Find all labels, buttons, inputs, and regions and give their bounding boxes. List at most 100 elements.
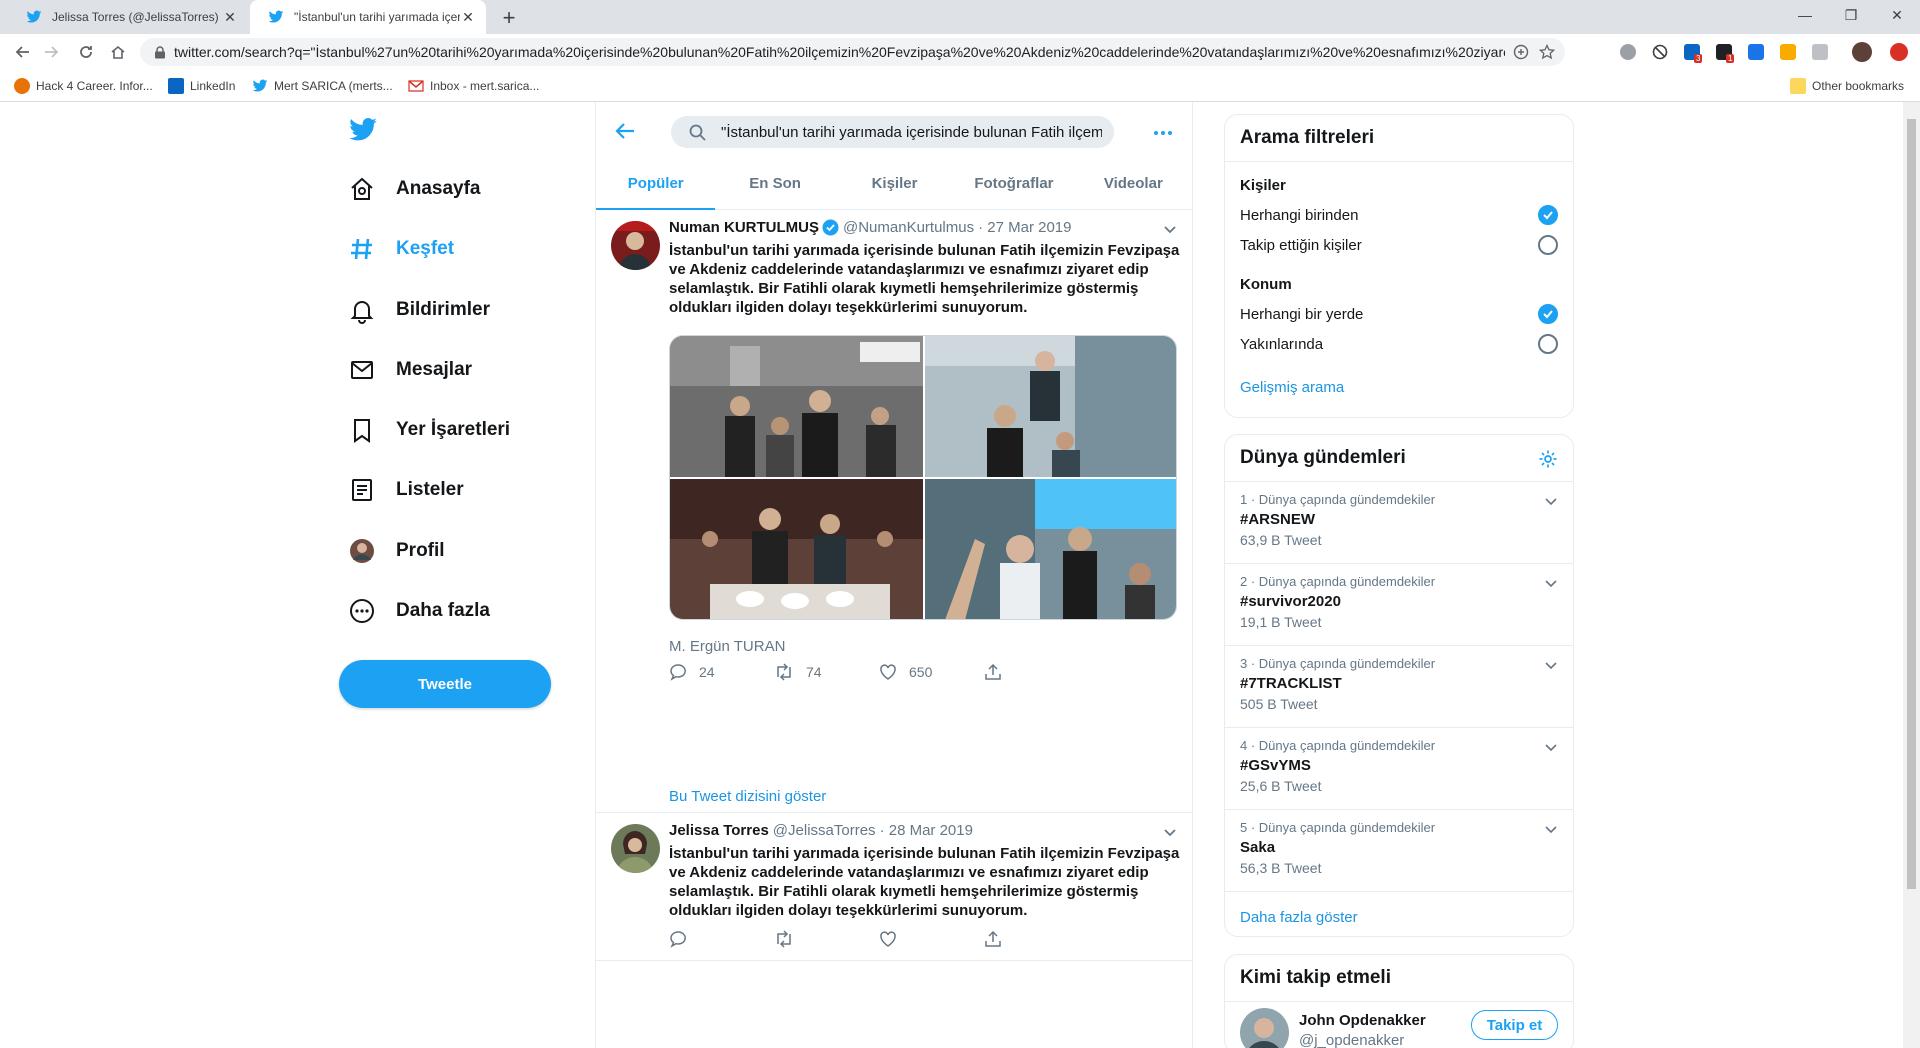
tab-videos[interactable]: Videolar — [1074, 158, 1193, 209]
avatar[interactable] — [611, 221, 660, 270]
tweet-2[interactable]: Jelissa Torres @JelissaTorres · 28 Mar 2… — [596, 814, 1193, 961]
close-window-icon[interactable]: ✕ — [1874, 0, 1920, 30]
extension-gold-icon[interactable] — [1780, 44, 1796, 60]
back-arrow-icon[interactable] — [8, 38, 36, 66]
browser-tab-search[interactable]: "İstanbul'un tarihi yarımada içerisinde … — [250, 0, 486, 34]
show-more-link[interactable]: Daha fazla göster — [1225, 909, 1573, 926]
nav-item-home[interactable]: Anasayfa — [348, 169, 481, 209]
retweet-button[interactable] — [774, 930, 879, 948]
extension-s-icon[interactable] — [1748, 44, 1764, 60]
chevron-down-icon[interactable] — [1544, 822, 1558, 836]
nav-item-bookmarks[interactable]: Yer İşaretleri — [348, 410, 510, 450]
chevron-down-icon[interactable] — [1544, 740, 1558, 754]
forward-arrow-icon[interactable] — [38, 38, 66, 66]
tweet-media-grid[interactable] — [669, 335, 1177, 620]
tab-popular[interactable]: Popüler — [596, 158, 716, 210]
new-tab-button[interactable]: + — [496, 5, 522, 31]
tweet-photo[interactable] — [670, 479, 923, 620]
filter-option[interactable]: Herhangi bir yerde — [1225, 299, 1573, 329]
share-button[interactable] — [984, 930, 1089, 948]
filter-label: Herhangi bir yerde — [1240, 305, 1364, 323]
tweet-date[interactable]: · 28 Mar 2019 — [880, 822, 973, 839]
tab-photos[interactable]: Fotoğraflar — [954, 158, 1073, 209]
search-input[interactable] — [721, 123, 1102, 141]
home-button-icon[interactable] — [104, 38, 132, 66]
reply-button[interactable]: 24 — [669, 663, 774, 681]
chevron-down-icon[interactable] — [1544, 576, 1558, 590]
trend-item[interactable]: 2 · Dünya çapında gündemdekiler #survivo… — [1225, 564, 1573, 646]
other-bookmarks[interactable]: Other bookmarks — [1790, 78, 1904, 94]
suggested-user[interactable]: John Opdenakker @j_opdenakker Takip et — [1225, 1002, 1573, 1048]
tab-people[interactable]: Kişiler — [835, 158, 954, 209]
author-handle[interactable]: @JelissaTorres — [773, 822, 876, 839]
nav-item-notifications[interactable]: Bildirimler — [348, 290, 490, 330]
radio-checked-icon[interactable] — [1538, 205, 1558, 225]
nav-item-lists[interactable]: Listeler — [348, 470, 464, 510]
back-arrow-icon[interactable] — [614, 120, 636, 142]
page-scrollbar[interactable] — [1903, 102, 1920, 1048]
chevron-down-icon[interactable] — [1162, 824, 1178, 840]
radio-unchecked-icon[interactable] — [1538, 235, 1558, 255]
scrollbar-thumb[interactable] — [1907, 119, 1916, 889]
author-name[interactable]: Numan KURTULMUŞ — [669, 219, 819, 236]
tweet-photo[interactable] — [925, 336, 1177, 477]
trend-item[interactable]: 3 · Dünya çapında gündemdekiler #7TRACKL… — [1225, 646, 1573, 728]
maximize-icon[interactable]: ❐ — [1828, 0, 1874, 30]
trend-item[interactable]: 5 · Dünya çapında gündemdekiler Saka 56,… — [1225, 810, 1573, 892]
retweet-button[interactable]: 74 — [774, 663, 879, 681]
bookmark-hack4career[interactable]: Hack 4 Career. Infor... — [14, 78, 153, 94]
like-button[interactable]: 650 — [879, 663, 984, 681]
show-thread-link[interactable]: Bu Tweet dizisini göster — [669, 788, 826, 805]
browser-tab-jelissa[interactable]: Jelissa Torres (@JelissaTorres) / Twitte… — [8, 0, 248, 34]
tweet-button[interactable]: Tweetle — [339, 660, 551, 708]
add-circle-icon[interactable] — [1513, 44, 1529, 60]
chevron-down-icon[interactable] — [1544, 658, 1558, 672]
bookmark-gmail[interactable]: Inbox - mert.sarica... — [408, 78, 539, 94]
block-icon[interactable] — [1652, 44, 1668, 60]
bookmark-linkedin[interactable]: LinkedIn — [168, 78, 235, 94]
radio-unchecked-icon[interactable] — [1538, 334, 1558, 354]
nav-item-explore[interactable]: Keşfet — [348, 229, 454, 269]
minimize-icon[interactable]: — — [1782, 0, 1828, 30]
avatar[interactable] — [1240, 1008, 1289, 1048]
trend-item[interactable]: 1 · Dünya çapında gündemdekiler #ARSNEW … — [1225, 482, 1573, 564]
author-name[interactable]: Jelissa Torres — [669, 822, 769, 839]
update-alert-icon[interactable] — [1890, 43, 1908, 61]
reply-button[interactable] — [669, 930, 774, 948]
filter-option[interactable]: Yakınlarında — [1225, 329, 1573, 359]
nav-item-more[interactable]: Daha fazla — [348, 591, 490, 631]
follow-button[interactable]: Takip et — [1471, 1010, 1558, 1040]
nav-item-messages[interactable]: Mesajlar — [348, 350, 472, 390]
reload-icon[interactable] — [72, 38, 100, 66]
tweet-photo[interactable] — [925, 479, 1177, 620]
star-icon[interactable] — [1539, 44, 1555, 60]
extension-grey-icon[interactable] — [1812, 44, 1828, 60]
close-tab-icon[interactable]: ✕ — [222, 9, 238, 25]
like-button[interactable] — [879, 930, 984, 948]
avatar[interactable] — [611, 824, 660, 873]
profile-avatar-icon[interactable] — [1852, 42, 1872, 62]
advanced-search-link[interactable]: Gelişmiş arama — [1225, 379, 1573, 396]
tweet-date[interactable]: · 27 Mar 2019 — [978, 219, 1071, 236]
author-handle[interactable]: @NumanKurtulmus — [843, 219, 974, 236]
share-button[interactable] — [984, 663, 1089, 681]
gear-icon[interactable] — [1538, 449, 1558, 469]
address-bar[interactable]: twitter.com/search?q="İstanbul%27un%20ta… — [140, 38, 1565, 66]
twitter-logo-icon[interactable] — [348, 115, 378, 145]
extension-shield-icon[interactable] — [1620, 44, 1636, 60]
trend-item[interactable]: 4 · Dünya çapında gündemdekiler #GSvYMS … — [1225, 728, 1573, 810]
tweet-1[interactable]: Numan KURTULMUŞ @NumanKurtulmus · 27 Mar… — [596, 211, 1193, 813]
nav-item-profile[interactable]: Profil — [348, 531, 445, 571]
bookmark-twitter[interactable]: Mert SARICA (merts... — [252, 78, 393, 94]
chevron-down-icon[interactable] — [1162, 221, 1178, 237]
tagged-user[interactable]: M. Ergün TURAN — [669, 638, 785, 655]
radio-checked-icon[interactable] — [1538, 304, 1558, 324]
chevron-down-icon[interactable] — [1544, 494, 1558, 508]
tweet-photo[interactable] — [670, 336, 923, 477]
search-box[interactable] — [671, 116, 1114, 148]
filter-option[interactable]: Herhangi birinden — [1225, 200, 1573, 230]
more-horizontal-icon[interactable] — [1152, 122, 1174, 144]
tab-latest[interactable]: En Son — [715, 158, 834, 209]
close-tab-icon[interactable]: ✕ — [460, 9, 476, 25]
filter-option[interactable]: Takip ettiğin kişiler — [1225, 230, 1573, 260]
